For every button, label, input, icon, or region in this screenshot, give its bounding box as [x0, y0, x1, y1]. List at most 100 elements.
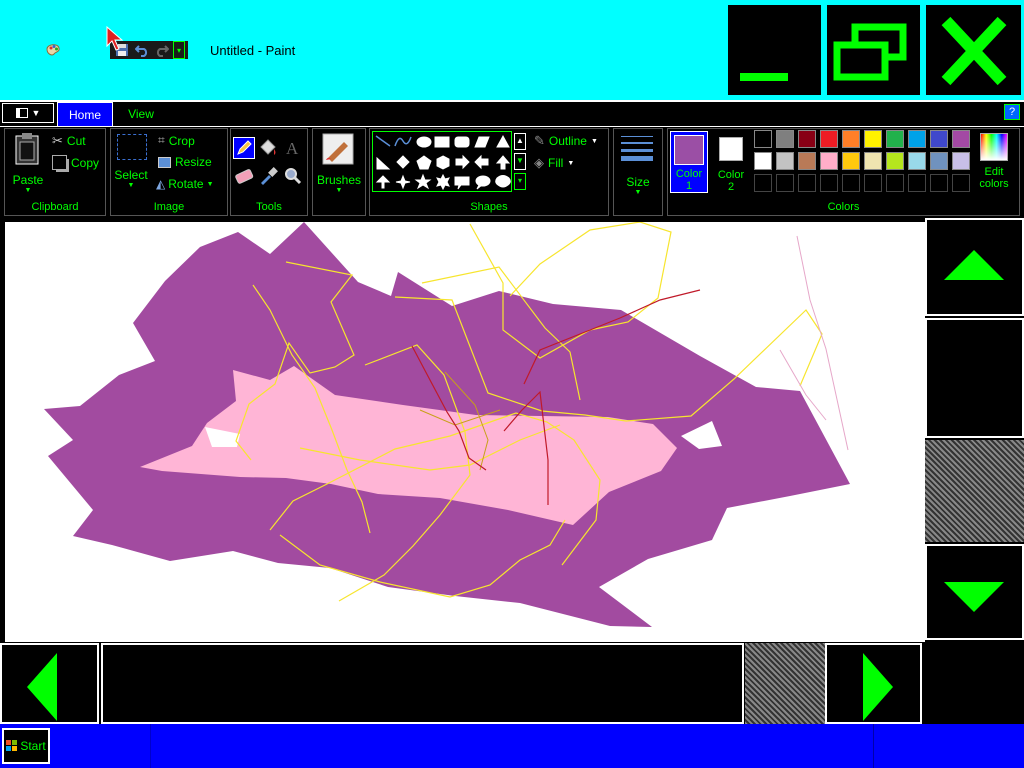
restore-button[interactable] — [825, 3, 922, 97]
taskbar-divider — [150, 724, 151, 768]
palette-swatch[interactable] — [776, 152, 794, 170]
shapes-gallery-icons — [375, 134, 511, 191]
rotate-button[interactable]: ◭ Rotate ▼ — [156, 177, 214, 191]
size-dropdown-icon: ▼ — [634, 189, 642, 196]
copy-button[interactable]: Copy — [52, 155, 99, 170]
fill-dropdown-icon: ▼ — [567, 159, 575, 167]
color1-button[interactable]: Color 1 — [670, 131, 708, 193]
scroll-up-button[interactable] — [925, 218, 1024, 316]
crop-label: Crop — [168, 133, 195, 148]
scroll-right-button[interactable] — [825, 643, 922, 724]
palette-swatch[interactable] — [886, 152, 904, 170]
minimize-button[interactable] — [726, 3, 823, 97]
magnifier-tool-button[interactable] — [281, 165, 303, 187]
copy-icon — [52, 155, 67, 170]
image-group-label: Image — [153, 201, 185, 213]
redo-icon[interactable] — [153, 42, 171, 58]
shapes-group-label: Shapes — [470, 201, 508, 213]
fill-button[interactable]: ◈ Fill ▼ — [534, 155, 574, 171]
color-picker-tool-button[interactable] — [257, 165, 279, 187]
tab-view[interactable]: View — [118, 103, 164, 125]
palette-swatch[interactable] — [754, 152, 772, 170]
drawing-canvas[interactable] — [5, 221, 925, 642]
custom-color-slot[interactable] — [776, 174, 794, 192]
outline-label: Outline — [548, 134, 587, 148]
rotate-icon: ◭ — [156, 177, 166, 191]
eyedropper-icon — [261, 167, 278, 185]
select-button[interactable]: Select ▼ — [114, 134, 148, 194]
brushes-button[interactable]: Brushes ▼ — [314, 132, 364, 194]
edit-colors-button[interactable]: Edit colors — [976, 131, 1012, 193]
palette-swatch[interactable] — [930, 130, 948, 148]
paste-button[interactable]: Paste ▼ — [10, 132, 46, 194]
help-icon[interactable]: ? — [1004, 104, 1020, 120]
custom-color-slot[interactable] — [908, 174, 926, 192]
palette-swatch[interactable] — [886, 130, 904, 148]
custom-color-slot[interactable] — [820, 174, 838, 192]
palette-swatch[interactable] — [842, 130, 860, 148]
select-label: Select — [114, 168, 148, 182]
shapes-scroll-up-button[interactable]: ▲ — [514, 133, 526, 150]
paint-app-icon[interactable] — [44, 40, 62, 58]
scroll-down-button[interactable] — [925, 544, 1024, 640]
colors-group-label: Colors — [827, 201, 860, 213]
bucket-icon — [260, 139, 276, 155]
custom-color-slot[interactable] — [886, 174, 904, 192]
color1-label: Color 1 — [675, 168, 703, 192]
window-title: Untitled - Paint — [210, 43, 296, 58]
palette-swatch[interactable] — [842, 152, 860, 170]
custom-color-slot[interactable] — [754, 174, 772, 192]
customize-icon[interactable]: ▾ — [173, 41, 185, 59]
size-button[interactable]: Size ▼ — [617, 133, 659, 196]
fill-tool-button[interactable] — [257, 137, 279, 159]
undo-icon[interactable] — [133, 42, 151, 58]
palette-swatch[interactable] — [754, 130, 772, 148]
palette-swatch[interactable] — [776, 130, 794, 148]
custom-color-slot[interactable] — [952, 174, 970, 192]
palette-swatch[interactable] — [864, 130, 882, 148]
tab-home[interactable]: Home — [57, 102, 113, 126]
cut-button[interactable]: ✂ Cut — [52, 133, 86, 149]
palette-row — [754, 130, 974, 148]
cut-label: Cut — [66, 134, 86, 148]
palette-swatch[interactable] — [908, 152, 926, 170]
file-menu-button[interactable]: ▼ — [2, 103, 54, 123]
palette-swatch[interactable] — [798, 130, 816, 148]
shapes-scroll-down-button[interactable]: ▼ — [514, 153, 526, 170]
custom-color-slot[interactable] — [864, 174, 882, 192]
eraser-tool-button[interactable] — [233, 165, 255, 187]
shapes-gallery[interactable] — [372, 131, 512, 192]
arrow-up-icon — [944, 250, 1004, 280]
custom-color-slot[interactable] — [930, 174, 948, 192]
custom-color-slot[interactable] — [798, 174, 816, 192]
palette-swatch[interactable] — [820, 130, 838, 148]
brush-icon — [322, 133, 354, 165]
brushes-dropdown-icon: ▼ — [335, 187, 343, 194]
vertical-scroll-thumb[interactable] — [925, 440, 1024, 542]
scroll-left-button[interactable] — [0, 643, 99, 724]
arrow-down-icon — [944, 582, 1004, 612]
palette-swatch[interactable] — [820, 152, 838, 170]
horizontal-scroll-thumb[interactable] — [745, 643, 825, 724]
custom-color-slot[interactable] — [842, 174, 860, 192]
color2-button[interactable]: Color 2 — [712, 131, 750, 193]
palette-row — [754, 174, 974, 192]
close-button[interactable] — [924, 3, 1023, 97]
palette-swatch[interactable] — [930, 152, 948, 170]
palette-swatch[interactable] — [952, 152, 970, 170]
clipboard-icon — [15, 133, 39, 165]
scissors-icon: ✂ — [52, 133, 63, 148]
resize-button[interactable]: Resize — [158, 155, 212, 169]
horizontal-scroll-track[interactable] — [101, 643, 744, 724]
palette-swatch[interactable] — [798, 152, 816, 170]
vertical-scroll-track[interactable] — [925, 318, 1024, 438]
outline-button[interactable]: ✎ Outline ▼ — [534, 133, 598, 149]
crop-button[interactable]: ⌗ Crop — [158, 133, 195, 148]
palette-swatch[interactable] — [864, 152, 882, 170]
start-button[interactable]: Start — [2, 728, 50, 764]
text-tool-button[interactable]: A — [281, 137, 303, 159]
palette-swatch[interactable] — [908, 130, 926, 148]
pencil-tool-button[interactable] — [233, 137, 255, 159]
shapes-expand-button[interactable]: ▾ — [514, 173, 526, 190]
palette-swatch[interactable] — [952, 130, 970, 148]
